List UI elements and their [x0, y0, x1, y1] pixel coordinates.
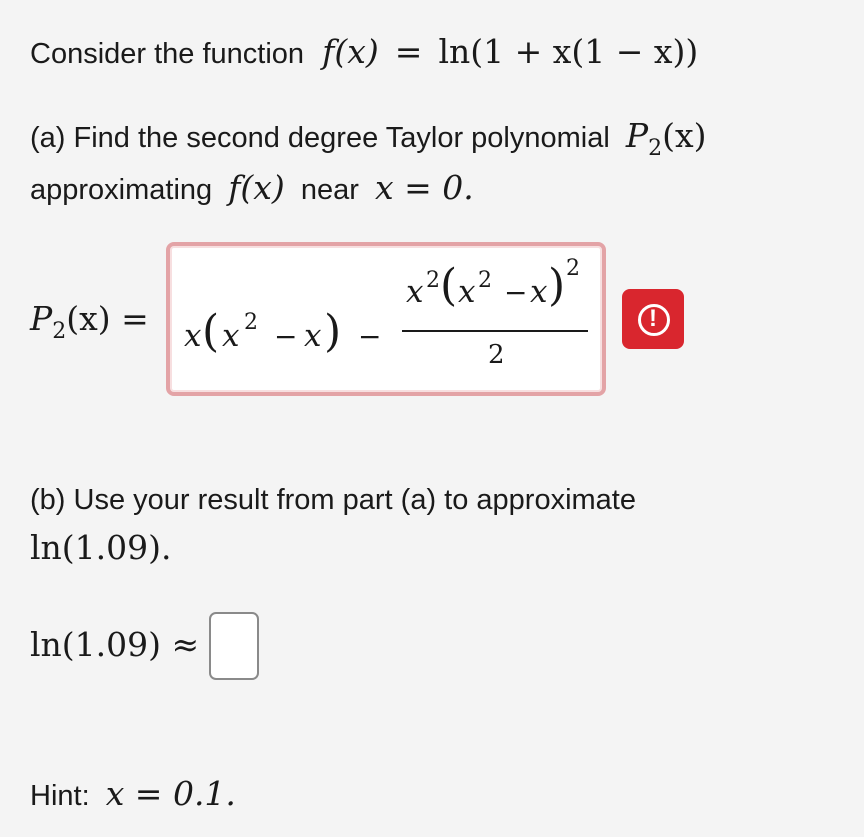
- fx-symbol: f(x): [228, 168, 285, 207]
- exclamation-mark: !: [649, 305, 657, 332]
- denominator: 2: [488, 340, 505, 370]
- fraction-bar: [402, 330, 588, 332]
- term1-x: x: [304, 318, 322, 354]
- hint-value: x = 0.1.: [105, 774, 236, 813]
- term1-open-paren: (: [202, 306, 220, 357]
- num-x: x: [406, 274, 424, 310]
- num-exponent-2: 2: [478, 268, 492, 293]
- intro-line: Consider the function f(x) = ln(1 + x(1 …: [30, 34, 698, 72]
- approx-prompt: ln(1.09) ≈: [30, 625, 200, 664]
- p-symbol: P: [625, 116, 649, 155]
- term1-exponent: 2: [244, 310, 258, 335]
- function-definition: ln(1 + x(1 − x)): [438, 32, 699, 71]
- part-b-answer-row: ln(1.09) ≈: [30, 627, 199, 665]
- num-x: x: [530, 274, 548, 310]
- part-a-text: (a) Find the second degree Taylor polyno…: [30, 122, 610, 154]
- part-b-text: (b) Use your result from part (a) to app…: [30, 484, 636, 516]
- hint-label: Hint:: [30, 780, 90, 812]
- num-x-squared: x: [458, 274, 476, 310]
- term1-x-squared: x: [222, 318, 240, 354]
- part-b-line2: ln(1.09).: [30, 530, 172, 568]
- approximating-text: approximating: [30, 174, 213, 206]
- label-p-symbol: P: [30, 299, 53, 338]
- p-subscript: 2: [648, 136, 663, 161]
- answer-status-badge[interactable]: !: [622, 289, 684, 349]
- equals-sign: =: [394, 32, 423, 71]
- hint-line: Hint: x = 0.1.: [30, 776, 236, 814]
- num-open-paren: (: [440, 260, 458, 311]
- label-p-argument: (x) =: [66, 299, 149, 338]
- p-argument: (x): [662, 116, 707, 155]
- term1-x: x: [184, 318, 202, 354]
- approximation-input[interactable]: [209, 612, 259, 680]
- part-a-line2: approximating f(x) near x = 0.: [30, 170, 474, 208]
- num-minus: −: [504, 276, 528, 309]
- label-p-subscript: 2: [52, 319, 67, 344]
- near-text: near: [300, 174, 359, 206]
- taylor-poly-name: P2(x): [626, 118, 707, 162]
- num-close-paren: ): [548, 260, 566, 311]
- answer-label: P2(x) =: [30, 299, 149, 345]
- intro-text: Consider the function: [30, 38, 305, 70]
- taylor-answer-field[interactable]: x ( x 2 − x ) − x 2 ( x 2 − x ) 2 2: [166, 242, 606, 396]
- term1-minus: −: [274, 320, 298, 353]
- approx-target: ln(1.09).: [30, 528, 172, 567]
- condition-expression: x = 0.: [374, 168, 474, 207]
- num-exponent-1: 2: [426, 268, 440, 293]
- main-minus: −: [358, 320, 382, 353]
- num-exponent-3: 2: [566, 256, 580, 281]
- term1-close-paren: ): [324, 306, 342, 357]
- part-a-line1: (a) Find the second degree Taylor polyno…: [30, 118, 707, 162]
- function-name: f(x): [322, 32, 379, 71]
- part-b-line1: (b) Use your result from part (a) to app…: [30, 482, 636, 518]
